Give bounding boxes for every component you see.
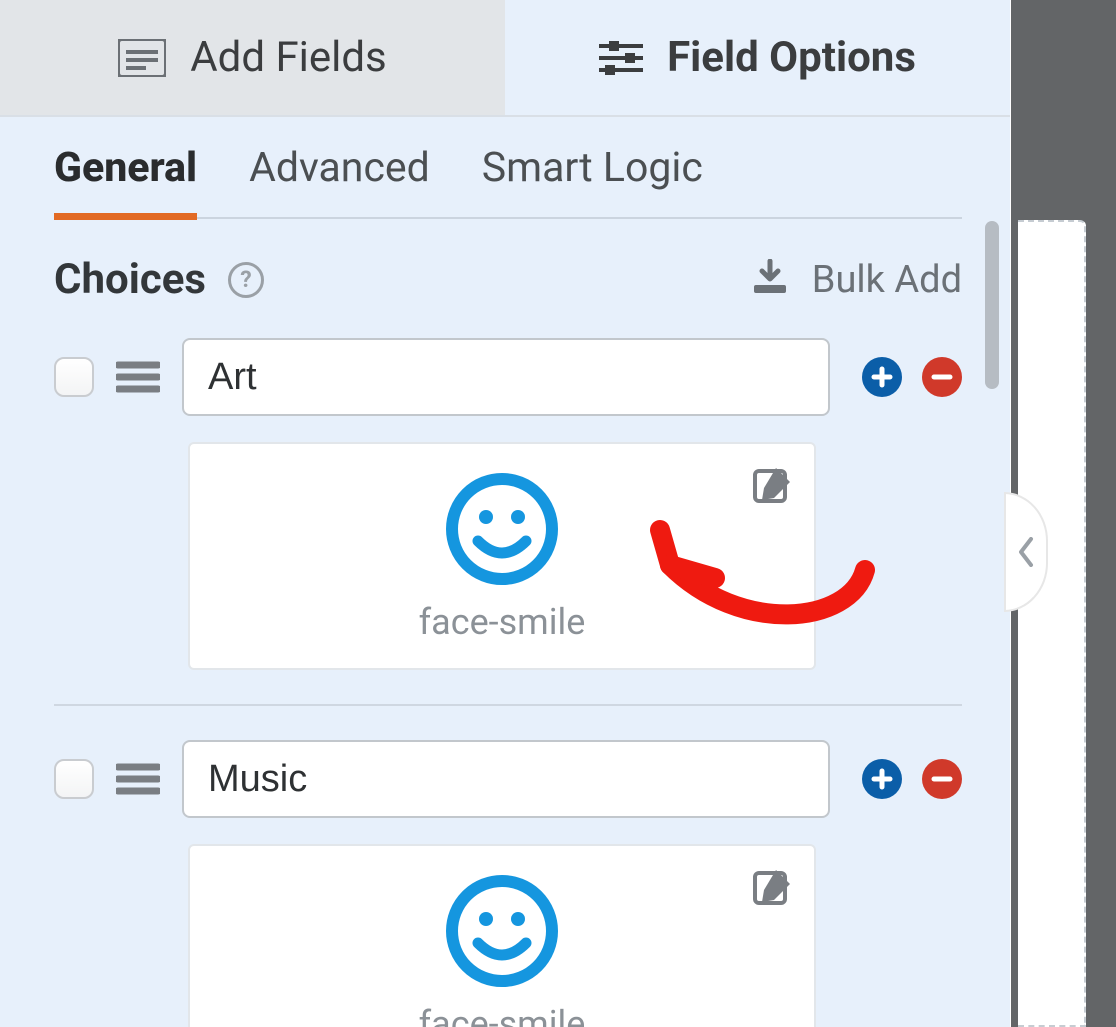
tab-field-options[interactable]: Field Options <box>505 0 1010 115</box>
remove-choice-button[interactable] <box>922 759 962 799</box>
subtab-advanced[interactable]: Advanced <box>249 132 430 218</box>
scrollbar-thumb[interactable] <box>985 221 999 389</box>
choice-icon-card: face-smile <box>188 442 816 670</box>
add-choice-button[interactable] <box>862 759 902 799</box>
choice-default-checkbox[interactable] <box>54 759 94 799</box>
preview-area <box>1018 220 1086 1027</box>
choice-icon-name: face-smile <box>419 1003 586 1027</box>
chevron-left-icon <box>1015 537 1037 567</box>
pencil-square-icon[interactable] <box>752 866 794 912</box>
choice-label-input[interactable] <box>182 338 830 416</box>
list-icon <box>118 39 166 77</box>
tab-add-fields-label: Add Fields <box>190 33 386 82</box>
subtab-general[interactable]: General <box>54 132 197 218</box>
face-smile-icon <box>442 871 562 991</box>
download-icon <box>750 259 790 301</box>
choice-row <box>54 338 962 416</box>
choice-icon-card: face-smile <box>188 844 816 1027</box>
add-choice-button[interactable] <box>862 357 902 397</box>
bulk-add-label: Bulk Add <box>812 258 962 302</box>
choice-label-input[interactable] <box>182 740 830 818</box>
tab-field-options-label: Field Options <box>667 33 916 82</box>
choice-row <box>54 740 962 818</box>
choice-default-checkbox[interactable] <box>54 357 94 397</box>
choice-icon-name: face-smile <box>419 601 586 643</box>
bulk-add-button[interactable]: Bulk Add <box>750 258 962 302</box>
sliders-icon <box>599 39 643 77</box>
panel-body: General Advanced Smart Logic Choices ? B… <box>0 117 1010 1027</box>
remove-choice-button[interactable] <box>922 357 962 397</box>
grip-lines-icon[interactable] <box>116 761 160 797</box>
field-options-panel: Add Fields Field Options General Advance… <box>0 0 1010 1027</box>
grip-lines-icon[interactable] <box>116 359 160 395</box>
pencil-square-icon[interactable] <box>752 464 794 510</box>
choice-item: face-smile <box>54 740 962 1027</box>
choices-title: Choices <box>54 255 206 304</box>
tab-add-fields[interactable]: Add Fields <box>0 0 505 115</box>
face-smile-icon <box>442 469 562 589</box>
choice-item: face-smile <box>54 338 962 706</box>
subtab-smart-logic[interactable]: Smart Logic <box>482 132 703 218</box>
choices-header: Choices ? Bulk Add <box>54 255 962 304</box>
question-circle-icon[interactable]: ? <box>228 262 264 298</box>
sub-tabs: General Advanced Smart Logic <box>54 135 962 219</box>
main-tabs: Add Fields Field Options <box>0 0 1010 117</box>
